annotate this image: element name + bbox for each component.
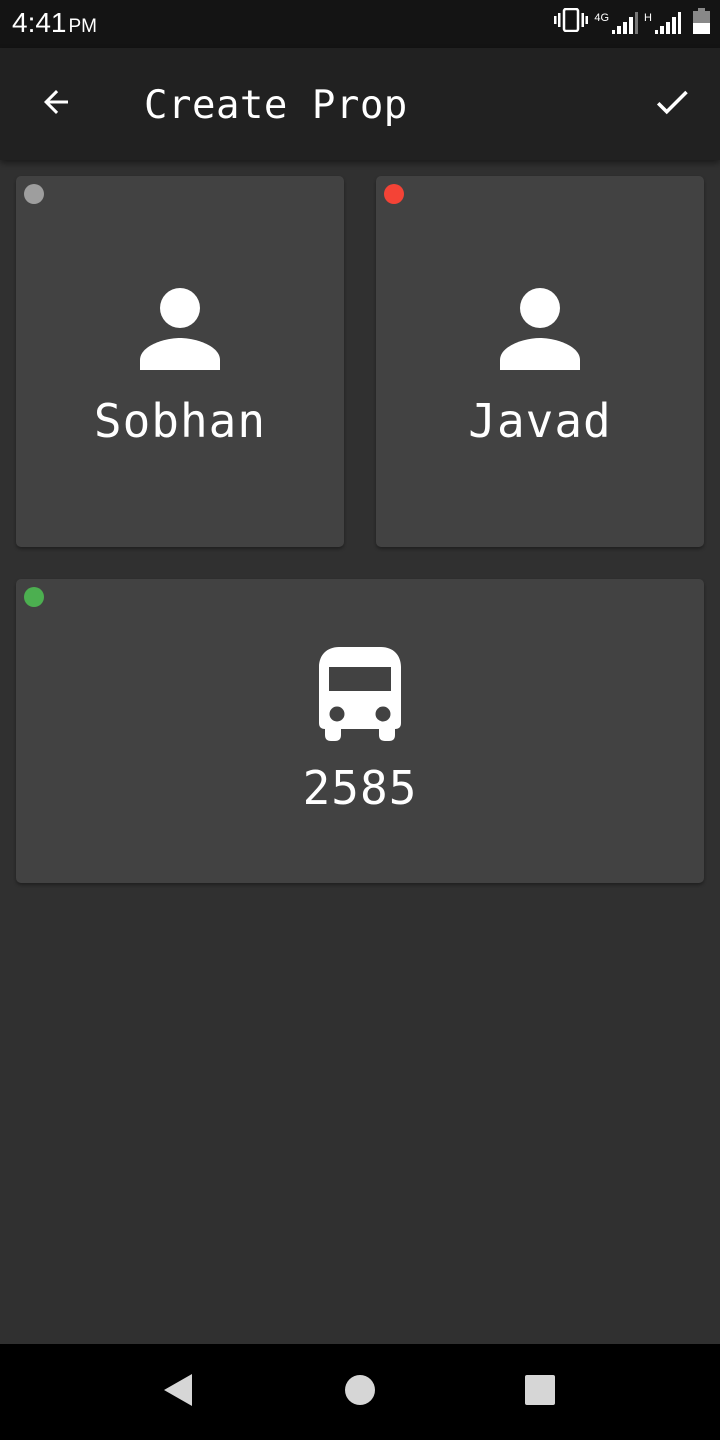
card-label: 2585 — [302, 761, 418, 815]
status-dot — [384, 184, 404, 204]
card-label: Javad — [468, 394, 612, 448]
person-icon — [499, 288, 581, 374]
nav-home-icon — [344, 1374, 376, 1410]
vibrate-icon — [554, 7, 589, 36]
status-clock: 4:41 — [12, 7, 67, 38]
navigation-bar — [0, 1344, 720, 1440]
confirm-button[interactable] — [640, 72, 704, 136]
back-button[interactable] — [24, 72, 88, 136]
nav-recents-icon — [524, 1374, 556, 1410]
network-type-4g: 4G — [594, 12, 610, 24]
status-time: 4:41 PM — [12, 7, 97, 39]
prop-card-bus[interactable]: 2585 — [16, 579, 704, 883]
status-icons: 4G H — [554, 7, 710, 38]
card-label: Sobhan — [93, 394, 267, 448]
nav-home-button[interactable] — [336, 1368, 384, 1416]
prop-card-sobhan[interactable]: Sobhan — [16, 176, 344, 547]
app-bar: Create Prop — [0, 48, 720, 160]
nav-recents-button[interactable] — [516, 1368, 564, 1416]
nav-back-icon — [162, 1372, 194, 1412]
nav-back-button[interactable] — [154, 1368, 202, 1416]
check-icon — [651, 81, 693, 127]
status-dot — [24, 184, 44, 204]
arrow-back-icon — [38, 84, 74, 124]
battery-icon — [693, 8, 710, 38]
signal-h-icon — [655, 12, 681, 38]
status-bar: 4:41 PM 4G H — [0, 0, 720, 48]
prop-card-javad[interactable]: Javad — [376, 176, 704, 547]
status-ampm: PM — [68, 16, 98, 37]
network-type-h: H — [644, 12, 652, 24]
status-dot — [24, 587, 44, 607]
signal-4g-icon — [612, 12, 639, 38]
person-icon — [139, 288, 221, 374]
bus-icon — [319, 647, 401, 749]
page-title: Create Prop — [144, 83, 408, 128]
